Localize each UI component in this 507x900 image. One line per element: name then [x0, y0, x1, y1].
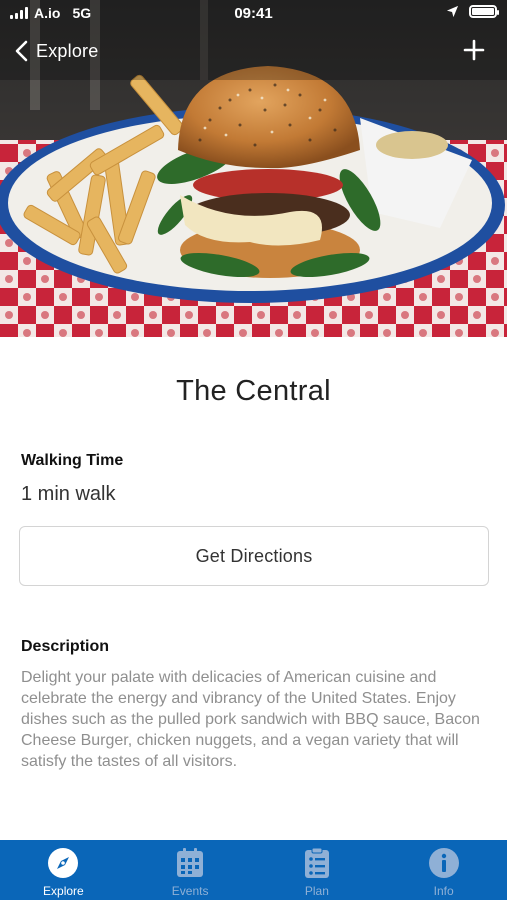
nav-bar: Explore [0, 34, 507, 74]
walking-time-heading: Walking Time [21, 452, 124, 469]
tab-events[interactable]: Events [127, 840, 254, 900]
plus-icon [463, 39, 485, 61]
compass-icon [48, 848, 79, 878]
description-heading: Description [21, 638, 110, 655]
calendar-icon [177, 848, 204, 877]
checklist-icon [304, 847, 329, 878]
status-bar: A.io 5G 09:41 [0, 0, 507, 28]
tab-info[interactable]: Info [380, 840, 507, 900]
description-text: Delight your palate with delicacies of A… [21, 669, 480, 770]
tab-label: Plan [304, 884, 329, 898]
add-button[interactable] [463, 39, 485, 66]
walking-time-value: 1 min walk [21, 483, 116, 505]
tab-label: Explore [43, 884, 84, 898]
status-right [446, 5, 499, 18]
status-time: 09:41 [234, 5, 273, 22]
location-arrow-icon [446, 5, 459, 18]
battery-full-icon [469, 5, 499, 18]
tab-bar: Explore Events Plan Info [0, 840, 507, 900]
page-title: The Central [176, 375, 331, 407]
tab-explore[interactable]: Explore [0, 840, 127, 900]
info-icon [428, 848, 459, 878]
back-button[interactable]: Explore [14, 40, 98, 62]
get-directions-button[interactable]: Get Directions [19, 526, 489, 586]
tab-plan[interactable]: Plan [254, 840, 381, 900]
chevron-left-icon [15, 40, 28, 62]
back-label: Explore [36, 40, 99, 61]
tab-label: Events [171, 884, 209, 898]
tab-label: Info [433, 884, 454, 898]
